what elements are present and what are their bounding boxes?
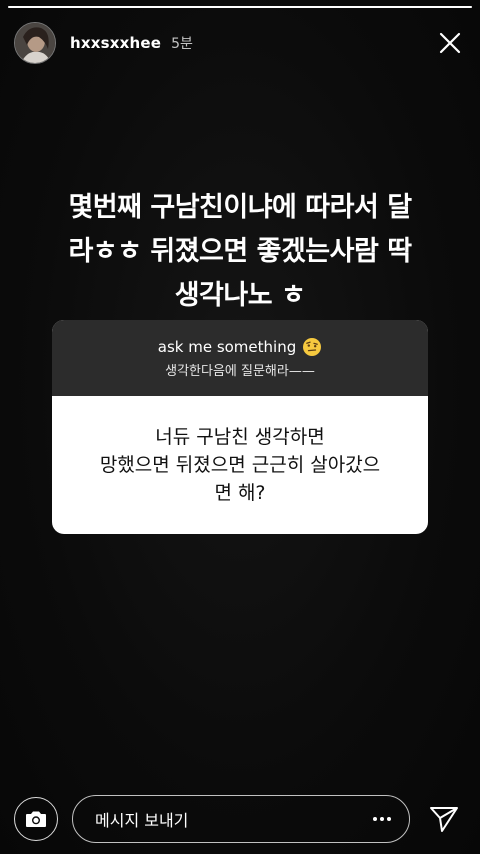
username[interactable]: hxxsxxhee bbox=[70, 34, 161, 52]
reply-bar: 메시지 보내기 bbox=[0, 794, 480, 844]
question-sticker-title: ask me something bbox=[157, 338, 297, 356]
story-caption-text: 몇번째 구남친이냐에 따라서 달 라ㅎㅎ 뒤졌으면 좋겠는사람 딱 생각나노 ㅎ bbox=[68, 192, 412, 311]
close-button[interactable] bbox=[430, 23, 470, 63]
profile-photo-icon bbox=[15, 23, 55, 63]
camera-icon bbox=[26, 811, 46, 827]
close-icon bbox=[439, 32, 461, 54]
question-sticker-title-row: ask me something bbox=[158, 337, 323, 357]
story-progress-bar bbox=[8, 6, 472, 8]
post-time: 5분 bbox=[171, 36, 193, 52]
message-placeholder: 메시지 보내기 bbox=[95, 811, 189, 830]
question-sticker-header: ask me something 생각한다음에 질문해라—— bbox=[52, 320, 428, 396]
story-background: hxxsxxhee 5분 몇번째 구남친이냐에 따라서 달 라ㅎㅎ 뒤졌으면 좋… bbox=[0, 0, 480, 854]
more-dots-icon[interactable] bbox=[373, 817, 391, 821]
avatar[interactable] bbox=[14, 22, 56, 64]
question-sticker[interactable]: ask me something 생각한다음에 질문해라—— 너듀 구남친 생각… bbox=[52, 320, 428, 534]
story-progress-fill bbox=[8, 6, 472, 8]
raised-eyebrow-face-icon bbox=[303, 338, 322, 356]
story-header: hxxsxxhee 5분 bbox=[14, 20, 470, 66]
question-sticker-subtitle: 생각한다음에 질문해라—— bbox=[165, 364, 315, 379]
send-button[interactable] bbox=[424, 799, 464, 839]
camera-button[interactable] bbox=[14, 797, 58, 841]
message-input[interactable]: 메시지 보내기 bbox=[72, 795, 410, 843]
paper-plane-icon bbox=[430, 807, 458, 832]
question-sticker-answer: 너듀 구남친 생각하면 망했으면 뒤졌으면 근근히 살아갔으 면 해? bbox=[99, 426, 381, 504]
